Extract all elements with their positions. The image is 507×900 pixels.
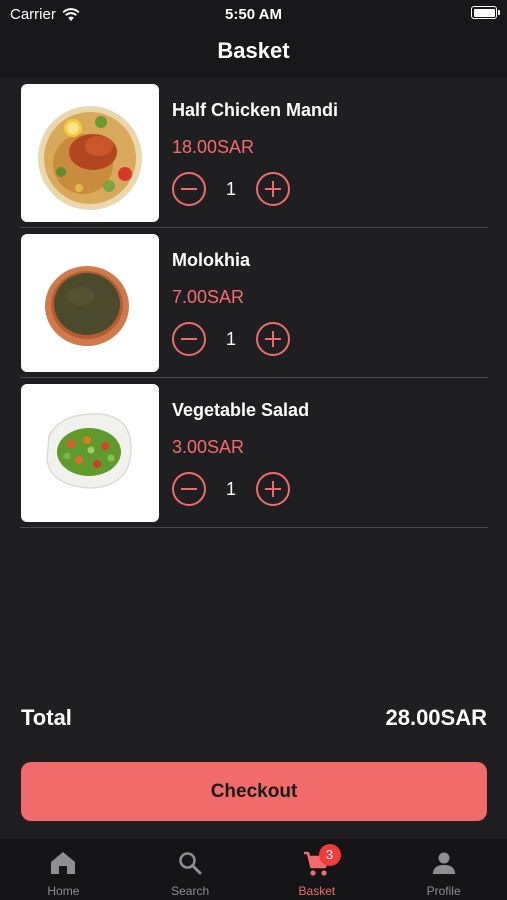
person-icon: [432, 852, 455, 874]
tab-home[interactable]: Home: [0, 839, 127, 900]
tab-label: Profile: [426, 884, 461, 898]
tab-bar: Home Search 3 Basket Profile: [0, 839, 507, 900]
tab-search[interactable]: Search: [127, 839, 254, 900]
clock: 5:50 AM: [225, 6, 282, 23]
tab-label: Home: [47, 884, 80, 898]
battery-icon: [471, 6, 500, 19]
quantity-stepper: 1: [172, 172, 290, 206]
chicken-mandi-image: [38, 106, 142, 210]
item-name: Molokhia: [172, 250, 251, 270]
quantity-stepper: 1: [172, 322, 290, 356]
decrease-quantity-button[interactable]: [172, 322, 206, 356]
checkout-button[interactable]: Checkout: [21, 762, 487, 821]
page-title: Basket: [217, 38, 290, 63]
basket-list: Half Chicken Mandi 18.00SAR 1 Molokhia 7…: [20, 78, 488, 528]
checkout-label: Checkout: [210, 780, 298, 802]
total-value: 28.00SAR: [385, 705, 487, 730]
status-bar: Carrier 5:50 AM: [0, 0, 507, 28]
tab-label: Search: [171, 884, 210, 898]
search-icon: [179, 852, 202, 875]
quantity-stepper: 1: [172, 472, 290, 506]
increase-quantity-button[interactable]: [256, 172, 290, 206]
item-price: 18.00SAR: [172, 137, 255, 157]
item-name: Vegetable Salad: [172, 400, 310, 420]
item-price: 7.00SAR: [172, 287, 245, 307]
tab-profile[interactable]: Profile: [380, 839, 507, 900]
tab-basket[interactable]: 3 Basket: [254, 839, 381, 900]
basket-item: Molokhia 7.00SAR 1: [20, 228, 488, 378]
decrease-quantity-button[interactable]: [172, 472, 206, 506]
tab-label: Basket: [298, 884, 336, 898]
item-image-chicken-mandi[interactable]: [21, 84, 159, 222]
basket-item: Half Chicken Mandi 18.00SAR 1: [20, 78, 488, 228]
total-label: Total: [21, 705, 72, 730]
item-name: Half Chicken Mandi: [172, 100, 339, 120]
decrease-quantity-button[interactable]: [172, 172, 206, 206]
quantity-value: 1: [225, 478, 236, 499]
molokhia-image: [45, 266, 129, 346]
quantity-value: 1: [225, 178, 236, 199]
nav-header: Basket: [0, 28, 507, 78]
vegetable-salad-image: [46, 413, 132, 489]
item-price: 3.00SAR: [172, 437, 245, 457]
home-icon: [51, 852, 76, 874]
basket-item: Vegetable Salad 3.00SAR 1: [20, 378, 488, 528]
quantity-value: 1: [225, 328, 236, 349]
increase-quantity-button[interactable]: [256, 322, 290, 356]
increase-quantity-button[interactable]: [256, 472, 290, 506]
item-image-molokhia[interactable]: [21, 234, 159, 372]
total-row: Total 28.00SAR: [21, 705, 487, 731]
cart-count-badge: 3: [318, 844, 341, 866]
item-image-vegetable-salad[interactable]: [21, 384, 159, 522]
